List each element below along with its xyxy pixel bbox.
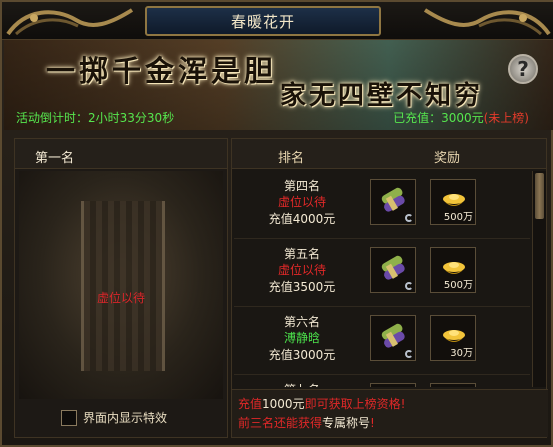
reward-gold-slot[interactable]: 30万 xyxy=(430,315,476,361)
event-window: 春暖花开 一掷千金浑是胆 家无四壁不知穷 ? 活动倒计时：2小时33分30秒 已… xyxy=(0,0,553,447)
column-header-rank: 排名 xyxy=(278,151,305,166)
dragon-ornament-icon xyxy=(423,8,551,36)
reward-item-slot[interactable] xyxy=(370,247,416,293)
gold-ingot-icon xyxy=(443,330,465,342)
title-plate: 春暖花开 xyxy=(145,6,381,36)
window-title: 春暖花开 xyxy=(230,12,295,31)
reward-gold-slot[interactable]: 500万 xyxy=(430,179,476,225)
recharge-amount: 3000元 xyxy=(441,111,484,125)
reward-gold-slot[interactable]: 500万 xyxy=(430,247,476,293)
notice-line-1: 充值1000元即可获取上榜资格! xyxy=(238,397,406,411)
slogan-line-2: 家无四壁不知穷 xyxy=(280,81,484,111)
rank-row: 第六名溥静晗充值3000元 30万 xyxy=(234,307,530,375)
rank-row: 第四名虚位以待充值4000元 500万 xyxy=(234,171,530,239)
rank-list[interactable]: 第四名 虚位以待 充值4000元 500万 第五名 虚位以待 充值3500元 500万 第六名溥… xyxy=(234,171,530,387)
effects-toggle[interactable]: 界面内显示特效 xyxy=(61,409,167,426)
rank-list-scrollbar[interactable] xyxy=(532,171,546,387)
gold-ingot-icon xyxy=(443,194,465,206)
rank-row: 第七名 xyxy=(234,375,530,387)
recharge-status: 已充值：3000元(未上榜) xyxy=(393,109,529,126)
reward-notice: 充值1000元即可获取上榜资格! 前三名还能获得专属称号! xyxy=(232,389,548,437)
effects-checkbox-label: 界面内显示特效 xyxy=(83,411,168,425)
help-icon[interactable]: ? xyxy=(508,54,538,84)
event-countdown: 活动倒计时：2小时33分30秒 xyxy=(16,109,174,126)
top-rank-panel: 第一名 虚位以待 界面内显示特效 xyxy=(14,138,228,438)
notice-line-2: 前三名还能获得专属称号! xyxy=(238,416,375,430)
recharge-label: 已充值： xyxy=(393,111,442,125)
reward-gold-slot[interactable] xyxy=(430,383,476,387)
rank-row-holder: 溥静晗 xyxy=(283,331,320,345)
rank-table-panel: 排名 奖励 第四名 虚位以待 充值4000元 500万 第五名 虚位以待 充值3500元 50… xyxy=(231,138,548,438)
gate-emblem-icon xyxy=(81,201,165,371)
rank-row-title: 第六名 xyxy=(283,315,320,329)
top-rank-header: 第一名 xyxy=(15,139,227,169)
refresh-icon xyxy=(405,350,413,358)
effects-checkbox[interactable] xyxy=(61,409,77,426)
ranking-status: (未上榜) xyxy=(483,111,529,125)
skill-scroll-icon xyxy=(381,187,405,212)
rank-1-portrait: 虚位以待 xyxy=(19,171,223,399)
rank-table-header: 排名 奖励 xyxy=(232,139,546,169)
countdown-value: 2小时33分30秒 xyxy=(88,111,175,125)
scrollbar-thumb[interactable] xyxy=(535,173,544,219)
rank-row-requirement: 充值4000元 xyxy=(268,212,336,226)
rank-row-holder: 虚位以待 xyxy=(277,195,326,209)
reward-item-slot[interactable] xyxy=(370,383,416,387)
refresh-icon xyxy=(405,214,413,222)
skill-scroll-icon xyxy=(381,255,405,280)
rank-row-title: 第七名 xyxy=(234,381,370,387)
rank-row-title: 第五名 xyxy=(283,247,320,261)
rank-row-title: 第四名 xyxy=(283,179,320,193)
rank-1-title: 第一名 xyxy=(35,151,75,166)
reward-gold-amount: 500万 xyxy=(443,212,473,223)
countdown-label: 活动倒计时： xyxy=(16,111,89,125)
rank-row-requirement: 充值3000元 xyxy=(268,348,336,362)
refresh-icon xyxy=(405,282,413,290)
title-bar: 春暖花开 xyxy=(2,2,553,40)
skill-scroll-icon xyxy=(381,323,405,348)
dragon-ornament-icon xyxy=(6,8,134,36)
rank-row-requirement: 充值3500元 xyxy=(268,280,336,294)
column-header-reward: 奖励 xyxy=(434,151,461,166)
gold-ingot-icon xyxy=(443,262,465,274)
reward-gold-amount: 500万 xyxy=(443,280,473,291)
reward-gold-amount: 30万 xyxy=(450,348,473,359)
rank-row: 第五名虚位以待充值3500元 500万 xyxy=(234,239,530,307)
rank-row-holder: 虚位以待 xyxy=(277,263,326,277)
reward-item-slot[interactable] xyxy=(370,179,416,225)
slogan-line-1: 一掷千金浑是胆 xyxy=(46,54,278,88)
rank-1-holder: 虚位以待 xyxy=(96,291,145,305)
reward-item-slot[interactable] xyxy=(370,315,416,361)
